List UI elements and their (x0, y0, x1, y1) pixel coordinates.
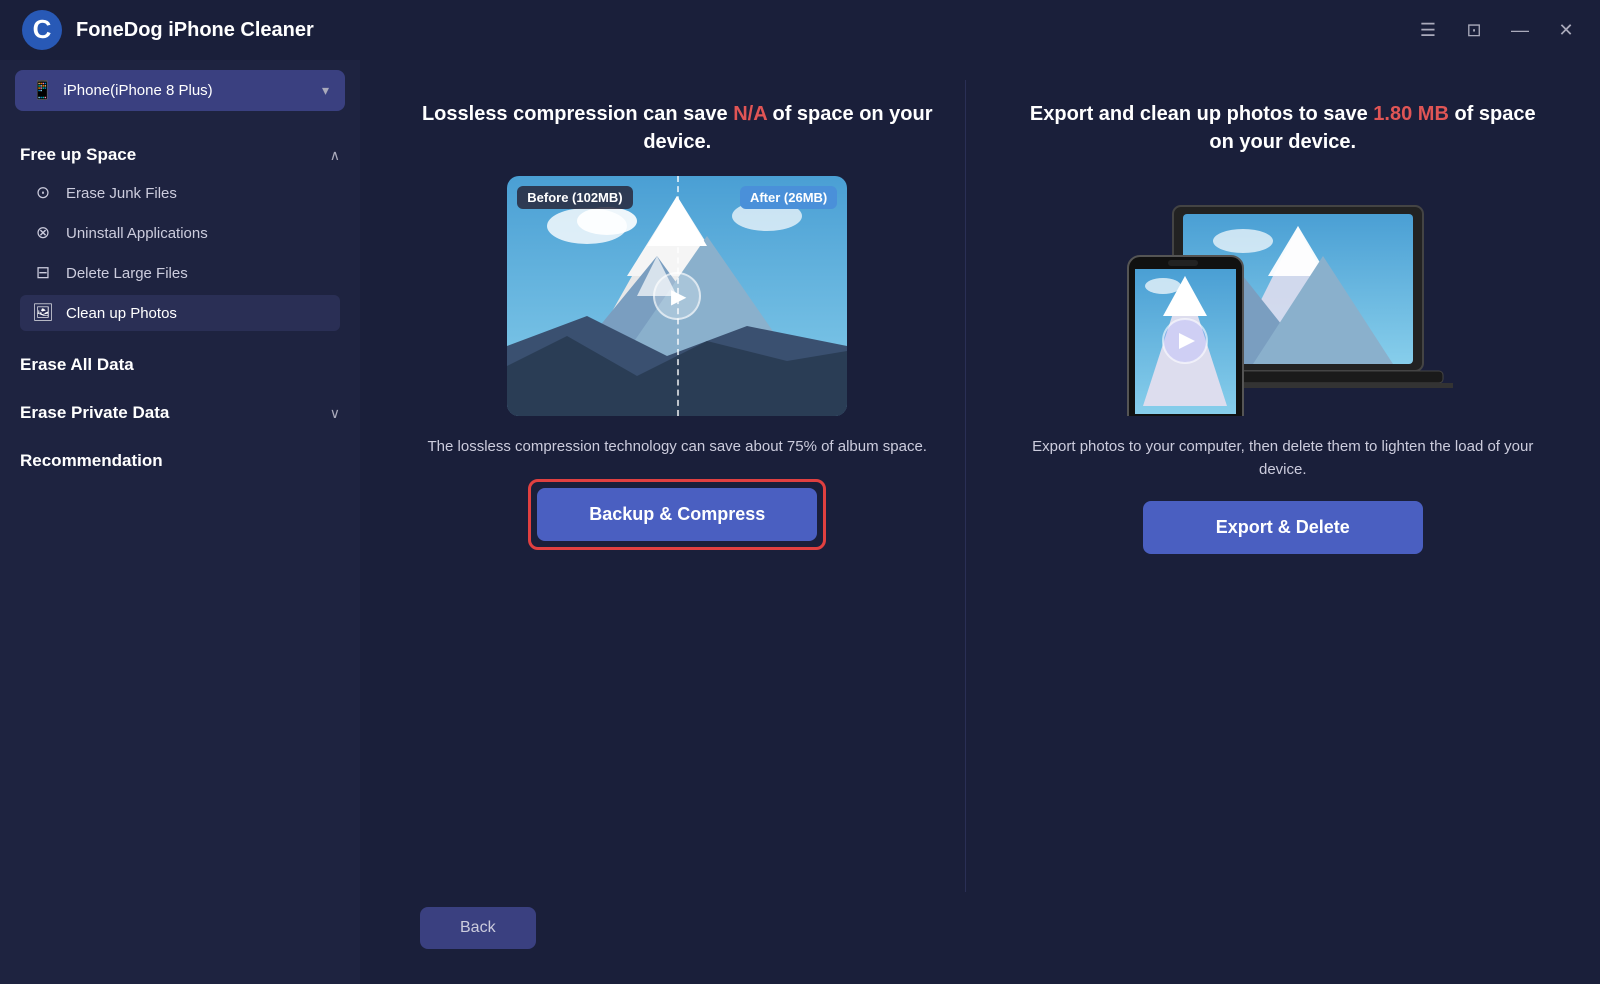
erase-private-title: Erase Private Data (20, 403, 169, 423)
sidebar-item-erase-junk[interactable]: ⊙ Erase Junk Files (20, 175, 340, 211)
compress-panel: Lossless compression can save N/A of spa… (390, 80, 966, 892)
content-area: Lossless compression can save N/A of spa… (360, 60, 1600, 984)
device-selector-left: 📱 iPhone(iPhone 8 Plus) (31, 80, 213, 101)
free-up-space-chevron: ∧ (330, 147, 340, 164)
export-heading-before: Export and clean up photos to save (1030, 103, 1373, 125)
nav-section-free-up-space: Free up Space ∧ ⊙ Erase Junk Files ⊗ Uni… (0, 131, 360, 341)
content-panels: Lossless compression can save N/A of spa… (390, 80, 1570, 892)
titlebar: C FoneDog iPhone Cleaner ☰ ⊡ — ✕ (0, 0, 1600, 60)
erase-private-chevron: ∨ (330, 405, 340, 422)
play-button[interactable]: ▶ (653, 272, 701, 320)
device-illustration (1113, 176, 1453, 416)
compress-description: The lossless compression technology can … (428, 436, 927, 459)
backup-compress-btn-wrapper: Backup & Compress (528, 479, 826, 550)
export-description: Export photos to your computer, then del… (1026, 436, 1541, 481)
before-label: Before (102MB) (517, 186, 632, 209)
device-name: iPhone(iPhone 8 Plus) (63, 82, 212, 99)
recommendation-label: Recommendation (20, 451, 163, 470)
sidebar-item-label-delete-large: Delete Large Files (66, 265, 188, 282)
compress-heading-highlight: N/A (733, 103, 767, 125)
bottom-bar: Back (390, 892, 1570, 964)
nav-erase-all-data[interactable]: Erase All Data (0, 341, 360, 389)
nav-recommendation[interactable]: Recommendation (0, 437, 360, 485)
close-button[interactable]: ✕ (1552, 16, 1580, 44)
free-up-space-items: ⊙ Erase Junk Files ⊗ Uninstall Applicati… (20, 175, 340, 341)
sidebar-item-cleanup-photos[interactable]: 🖼 Clean up Photos (20, 295, 340, 331)
app-logo: C (20, 8, 64, 52)
titlebar-left: C FoneDog iPhone Cleaner (20, 8, 314, 52)
main-layout: 📱 iPhone(iPhone 8 Plus) ▾ Free up Space … (0, 60, 1600, 984)
backup-compress-button[interactable]: Backup & Compress (537, 488, 817, 541)
sidebar: 📱 iPhone(iPhone 8 Plus) ▾ Free up Space … (0, 60, 360, 984)
export-heading-highlight: 1.80 MB (1373, 103, 1449, 125)
minimize-button[interactable]: — (1506, 16, 1534, 44)
window-controls: ☰ ⊡ — ✕ (1414, 16, 1580, 44)
device-selector[interactable]: 📱 iPhone(iPhone 8 Plus) ▾ (15, 70, 345, 111)
after-label: After (26MB) (740, 186, 837, 209)
chevron-down-icon: ▾ (322, 82, 329, 99)
delete-large-icon: ⊟ (32, 263, 54, 283)
compress-heading: Lossless compression can save N/A of spa… (420, 100, 935, 156)
mountain-container: Before (102MB) After (26MB) ▶ (507, 176, 847, 416)
export-panel: Export and clean up photos to save 1.80 … (996, 80, 1571, 892)
clock-icon: ⊙ (32, 183, 54, 203)
free-up-space-header[interactable]: Free up Space ∧ (20, 131, 340, 175)
export-delete-button[interactable]: Export & Delete (1143, 501, 1423, 554)
free-up-space-title: Free up Space (20, 145, 136, 165)
sidebar-item-label-uninstall: Uninstall Applications (66, 225, 208, 242)
erase-all-data-label: Erase All Data (20, 355, 134, 374)
nav-section-erase-private: Erase Private Data ∨ (0, 389, 360, 437)
uninstall-icon: ⊗ (32, 223, 54, 243)
svg-text:C: C (33, 14, 52, 44)
chat-button[interactable]: ⊡ (1460, 16, 1488, 44)
device-image-container (1113, 176, 1453, 416)
app-title: FoneDog iPhone Cleaner (76, 19, 314, 42)
export-heading: Export and clean up photos to save 1.80 … (1026, 100, 1541, 156)
device-icon: 📱 (31, 80, 53, 101)
compress-heading-before: Lossless compression can save (422, 103, 733, 125)
back-button[interactable]: Back (420, 907, 536, 949)
sidebar-item-uninstall-apps[interactable]: ⊗ Uninstall Applications (20, 215, 340, 251)
erase-private-header[interactable]: Erase Private Data ∨ (20, 389, 340, 437)
sidebar-item-label-erase-junk: Erase Junk Files (66, 185, 177, 202)
play-icon: ▶ (671, 284, 686, 309)
photos-icon: 🖼 (32, 303, 54, 323)
sidebar-item-label-cleanup-photos: Clean up Photos (66, 305, 177, 322)
sidebar-item-delete-large[interactable]: ⊟ Delete Large Files (20, 255, 340, 291)
menu-button[interactable]: ☰ (1414, 16, 1442, 44)
